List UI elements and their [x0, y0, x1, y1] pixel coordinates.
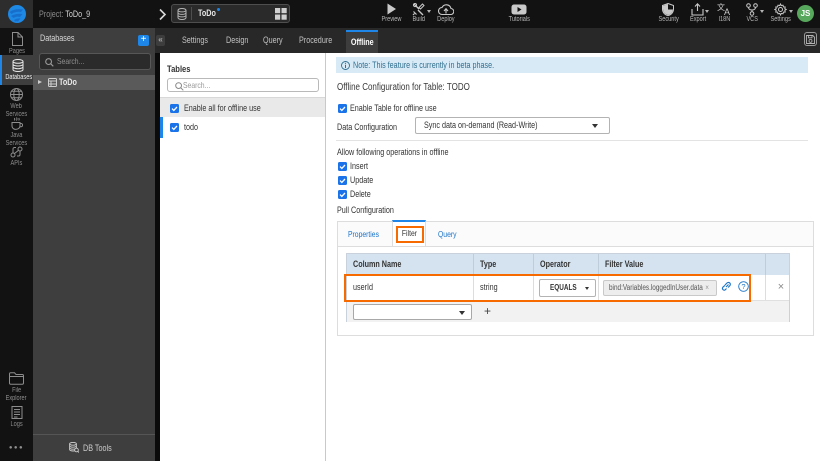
svg-text:A: A: [724, 7, 730, 16]
